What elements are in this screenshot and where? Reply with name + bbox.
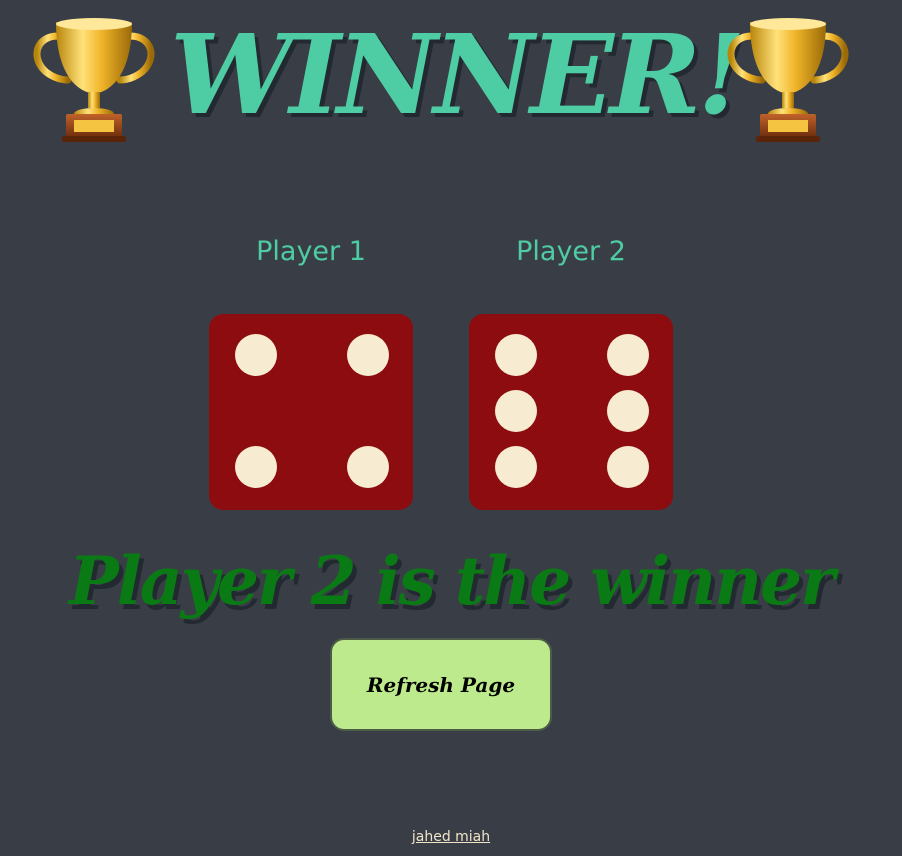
refresh-page-button[interactable]: Refresh Page (330, 638, 552, 731)
winner-message: Player 2 is the winner (69, 542, 835, 620)
die-pip (347, 446, 389, 488)
die-pip (235, 334, 277, 376)
player-2-label: Player 2 (516, 236, 626, 267)
player-1-panel: Player 1 (209, 230, 413, 510)
die-pip (607, 446, 649, 488)
page-title: WINNER! (170, 10, 746, 139)
die-pip (495, 334, 537, 376)
die-pip (607, 334, 649, 376)
player-2-die (469, 314, 673, 510)
die-pip (235, 446, 277, 488)
trophy-icon (727, 18, 849, 142)
die-pip (347, 334, 389, 376)
author-credit-link[interactable]: jahed miah (0, 826, 902, 848)
die-pip (607, 390, 649, 432)
game-page: WINNER! Player 1 Player 2 Player 2 is th… (0, 0, 902, 856)
die-pip (495, 446, 537, 488)
trophy-icon (33, 18, 155, 142)
player-2-panel: Player 2 (469, 230, 673, 510)
die-pip (495, 390, 537, 432)
player-1-label: Player 1 (256, 236, 366, 267)
player-1-die (209, 314, 413, 510)
header: WINNER! (0, 0, 902, 160)
